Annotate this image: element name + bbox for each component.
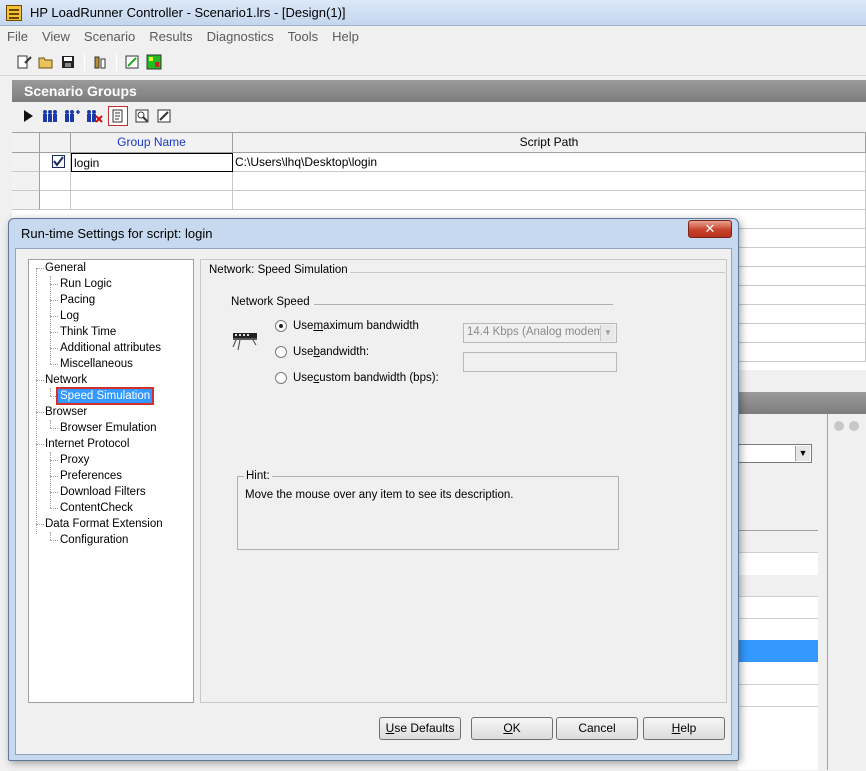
- row-header[interactable]: [12, 153, 40, 172]
- grid-check-header: [40, 133, 71, 153]
- chart-icon[interactable]: [144, 52, 164, 72]
- tree-item-internet-protocol[interactable]: Internet Protocol: [45, 437, 129, 451]
- tree-item-data-format-extension[interactable]: Data Format Extension: [45, 517, 163, 531]
- runtime-settings-icon[interactable]: [108, 106, 128, 126]
- chevron-down-icon[interactable]: ▼: [795, 446, 810, 461]
- open-icon[interactable]: [36, 52, 56, 72]
- group-name-column-header[interactable]: Group Name: [71, 133, 233, 153]
- modem-icon: [231, 330, 259, 354]
- tree-item-browser-emulation[interactable]: Browser Emulation: [60, 421, 157, 435]
- analyze-icon[interactable]: [122, 52, 142, 72]
- add-vusers-icon[interactable]: [62, 106, 82, 126]
- background-dropdown[interactable]: ▼: [738, 444, 812, 463]
- chevron-down-icon[interactable]: ▼: [600, 325, 615, 341]
- grid-cell[interactable]: [233, 191, 866, 210]
- hint-text: Move the mouse over any item to see its …: [245, 489, 514, 501]
- row-header[interactable]: [12, 172, 40, 191]
- tree-item-speed-simulation[interactable]: Speed Simulation: [55, 387, 155, 405]
- hint-label: Hint:: [244, 470, 272, 482]
- tree-item-network[interactable]: Network: [45, 373, 87, 387]
- tree-item-proxy[interactable]: Proxy: [60, 453, 89, 467]
- group-name-cell[interactable]: login: [71, 153, 233, 172]
- tree-item-browser[interactable]: Browser: [45, 405, 87, 419]
- speed-simulation-panel: Network: Speed Simulation Network Speed …: [200, 259, 727, 703]
- menu-help[interactable]: Help: [325, 26, 366, 44]
- close-icon[interactable]: ✕: [688, 220, 732, 238]
- menu-bar: File View Scenario Results Diagnostics Tools H…: [0, 26, 866, 48]
- grid-cell[interactable]: [233, 172, 866, 191]
- edit-script-icon[interactable]: [154, 106, 174, 126]
- tree-item-log[interactable]: Log: [60, 309, 79, 323]
- max-bandwidth-radio[interactable]: Use m aximum bandwidth: [275, 318, 419, 334]
- remove-vusers-icon[interactable]: [84, 106, 104, 126]
- main-toolbar: [0, 48, 866, 76]
- grid-corner-header: [12, 133, 40, 153]
- new-scenario-icon[interactable]: [14, 52, 34, 72]
- menu-tools[interactable]: Tools: [281, 26, 325, 44]
- disabled-toolbar-icons: [832, 418, 866, 436]
- tree-item-pacing[interactable]: Pacing: [60, 293, 95, 307]
- runtime-settings-dialog: Run-time Settings for script: login ✕ Ge…: [8, 218, 739, 761]
- tree-item-download-filters[interactable]: Download Filters: [60, 485, 146, 499]
- hint-box: Hint: Move the mouse over any item to se…: [237, 470, 619, 550]
- menu-view[interactable]: View: [35, 26, 77, 44]
- tree-item-configuration[interactable]: Configuration: [60, 533, 128, 547]
- group-enabled-checkbox[interactable]: [40, 153, 71, 172]
- window-title: HP LoadRunner Controller - Scenario1.lrs…: [30, 5, 346, 20]
- dialog-title: Run-time Settings for script: login: [21, 226, 213, 241]
- tree-item-additional-attributes[interactable]: Additional attributes: [60, 341, 161, 355]
- grid-cell[interactable]: [71, 172, 233, 191]
- cancel-button[interactable]: Cancel: [556, 717, 638, 740]
- background-selected-row[interactable]: [738, 640, 818, 662]
- save-icon[interactable]: [58, 52, 78, 72]
- menu-diagnostics[interactable]: Diagnostics: [200, 26, 281, 44]
- radio-indicator[interactable]: [275, 346, 287, 358]
- tree-item-miscellaneous[interactable]: Miscellaneous: [60, 357, 133, 371]
- bandwidth-radio[interactable]: Use b andwidth:: [275, 344, 369, 360]
- play-icon[interactable]: [18, 106, 38, 126]
- tree-item-think-time[interactable]: Think Time: [60, 325, 116, 339]
- grid-cell[interactable]: [40, 191, 71, 210]
- panel-title: Network: Speed Simulation: [207, 264, 350, 276]
- vusers-icon[interactable]: [40, 106, 60, 126]
- settings-tree: General Run Logic Pacing Log Think Time …: [28, 259, 194, 703]
- network-speed-group-label: Network Speed: [231, 296, 314, 308]
- radio-indicator[interactable]: [275, 372, 287, 384]
- grid-cell[interactable]: [71, 191, 233, 210]
- custom-bandwidth-input[interactable]: [463, 352, 617, 372]
- loadrunner-app-icon[interactable]: [6, 5, 22, 21]
- dialog-client-area: General Run Logic Pacing Log Think Time …: [15, 248, 732, 755]
- use-defaults-button[interactable]: Use Defaults: [379, 717, 461, 740]
- script-path-cell[interactable]: C:\Users\lhq\Desktop\login: [233, 153, 866, 172]
- radio-indicator[interactable]: [275, 320, 287, 332]
- tree-item-preferences[interactable]: Preferences: [60, 469, 122, 483]
- menu-file[interactable]: File: [0, 26, 35, 44]
- tree-item-general[interactable]: General: [45, 261, 86, 275]
- script-path-column-header[interactable]: Script Path: [233, 133, 866, 153]
- scenario-groups-toolbar: [12, 102, 866, 130]
- scenario-groups-header: Scenario Groups: [12, 80, 866, 102]
- row-header[interactable]: [12, 191, 40, 210]
- grid-cell[interactable]: [40, 172, 71, 191]
- dialog-title-bar[interactable]: Run-time Settings for script: login ✕: [9, 219, 738, 247]
- tree-item-run-logic[interactable]: Run Logic: [60, 277, 112, 291]
- help-button[interactable]: Help: [643, 717, 725, 740]
- details-icon[interactable]: [132, 106, 152, 126]
- vusers-icon[interactable]: [90, 52, 110, 72]
- lower-panel-header: [738, 392, 866, 414]
- custom-bandwidth-radio[interactable]: Use c ustom bandwidth (bps):: [275, 370, 439, 386]
- bandwidth-select[interactable]: 14.4 Kbps (Analog modem) ▼: [463, 323, 617, 343]
- menu-results[interactable]: Results: [142, 26, 199, 44]
- menu-scenario[interactable]: Scenario: [77, 26, 142, 44]
- tree-item-contentcheck[interactable]: ContentCheck: [60, 501, 133, 515]
- ok-button[interactable]: OK: [471, 717, 553, 740]
- title-bar: HP LoadRunner Controller - Scenario1.lrs…: [0, 0, 866, 26]
